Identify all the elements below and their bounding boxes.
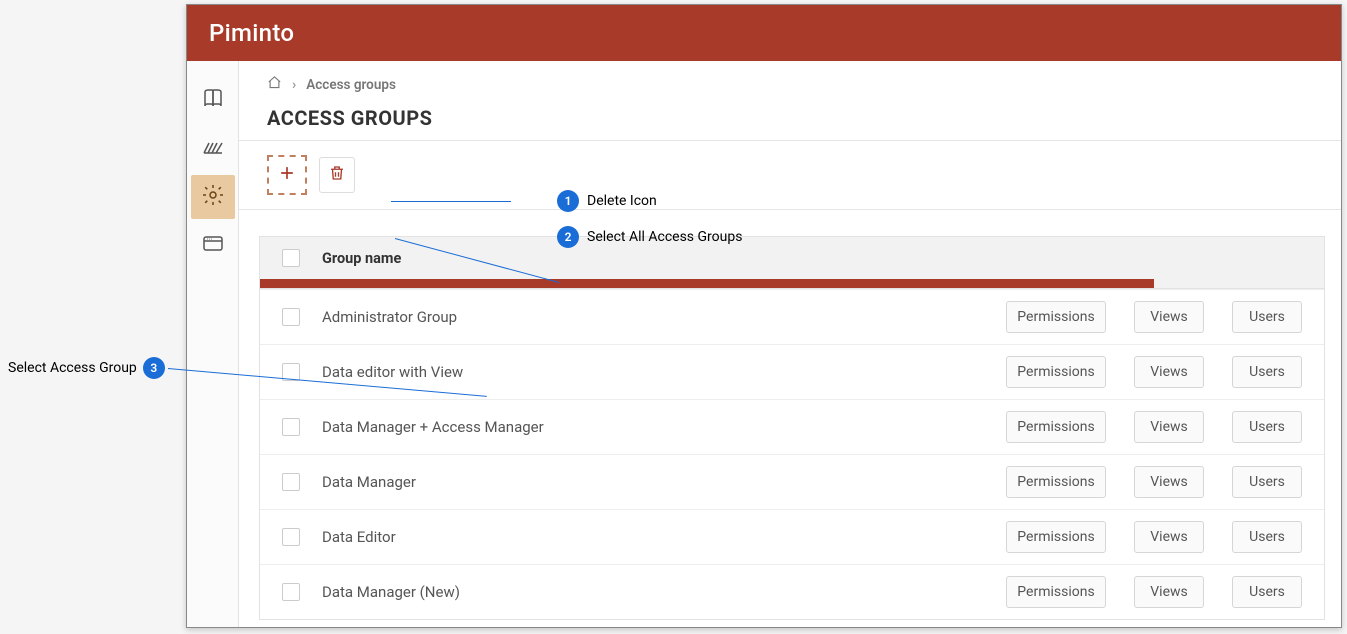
sidebar-item-library[interactable] — [191, 79, 235, 123]
page-header: › Access groups ACCESS GROUPS — [239, 61, 1341, 141]
row-actions: Permissions Views Users — [1006, 301, 1302, 333]
trash-icon — [328, 164, 346, 186]
group-name: Data Manager + Access Manager — [322, 418, 1006, 436]
permissions-button[interactable]: Permissions — [1006, 521, 1106, 553]
table-row: Data Manager (New)Permissions Views Users — [260, 564, 1324, 619]
row-checkbox[interactable] — [282, 583, 300, 601]
row-checkbox[interactable] — [282, 363, 300, 381]
table-row: Administrator GroupPermissions Views Users — [260, 289, 1324, 344]
sidebar-item-web[interactable] — [191, 223, 235, 267]
users-button[interactable]: Users — [1232, 521, 1302, 553]
views-button[interactable]: Views — [1134, 521, 1204, 553]
permissions-button[interactable]: Permissions — [1006, 411, 1106, 443]
row-checkbox[interactable] — [282, 473, 300, 491]
sidebar-item-settings[interactable] — [191, 175, 235, 219]
views-button[interactable]: Views — [1134, 576, 1204, 608]
gear-icon — [201, 183, 225, 211]
sidebar-item-pages[interactable] — [191, 127, 235, 171]
table-head-row: Group name — [260, 237, 1324, 279]
breadcrumb: › Access groups — [267, 75, 1313, 94]
table-row: Data editor with ViewPermissions Views Use… — [260, 344, 1324, 399]
sidebar — [187, 61, 239, 627]
group-name: Administrator Group — [322, 308, 1006, 326]
row-checkbox[interactable] — [282, 528, 300, 546]
body-area: › Access groups ACCESS GROUPS — [187, 61, 1341, 627]
views-button[interactable]: Views — [1134, 301, 1204, 333]
annotation-3-label: Select Access Group — [8, 360, 137, 376]
add-button[interactable] — [267, 155, 307, 195]
home-icon[interactable] — [267, 75, 282, 94]
permissions-button[interactable]: Permissions — [1006, 576, 1106, 608]
users-button[interactable]: Users — [1232, 576, 1302, 608]
table-head: Group name — [260, 237, 1324, 289]
table-row: Data ManagerPermissions Views Users — [260, 454, 1324, 509]
views-button[interactable]: Views — [1134, 356, 1204, 388]
table-row: Data Manager + Access ManagerPermissions… — [260, 399, 1324, 454]
row-checkbox[interactable] — [282, 308, 300, 326]
data-table: Group name Administrator GroupPermission… — [259, 236, 1325, 620]
main-content: › Access groups ACCESS GROUPS — [239, 61, 1341, 627]
permissions-button[interactable]: Permissions — [1006, 301, 1106, 333]
row-actions: Permissions Views Users — [1006, 521, 1302, 553]
table-row: Data EditorPermissions Views Users — [260, 509, 1324, 564]
toolbar — [239, 141, 1341, 210]
col-header-group-name: Group name — [322, 250, 401, 267]
table-body: Administrator GroupPermissionsViewsUsers… — [260, 289, 1324, 619]
breadcrumb-current: Access groups — [306, 77, 396, 93]
group-name: Data editor with View — [322, 363, 1006, 381]
views-button[interactable]: Views — [1134, 466, 1204, 498]
table-area: Group name Administrator GroupPermission… — [239, 210, 1341, 627]
delete-button[interactable] — [319, 157, 355, 193]
select-all-checkbox[interactable] — [282, 249, 300, 267]
app-window: Piminto — [186, 4, 1342, 628]
topbar: Piminto — [187, 5, 1341, 61]
plus-icon — [277, 163, 297, 187]
users-button[interactable]: Users — [1232, 356, 1302, 388]
row-actions: Permissions Views Users — [1006, 411, 1302, 443]
permissions-button[interactable]: Permissions — [1006, 466, 1106, 498]
row-actions: Permissions Views Users — [1006, 356, 1302, 388]
app-title: Piminto — [209, 19, 294, 47]
accent-bar — [260, 279, 1154, 288]
browser-icon — [201, 231, 225, 259]
group-name: Data Editor — [322, 528, 1006, 546]
page-title: ACCESS GROUPS — [267, 106, 1313, 130]
group-name: Data Manager (New) — [322, 583, 1006, 601]
chevron-right-icon: › — [292, 77, 296, 93]
row-actions: Permissions Views Users — [1006, 466, 1302, 498]
row-checkbox[interactable] — [282, 418, 300, 436]
permissions-button[interactable]: Permissions — [1006, 356, 1106, 388]
pages-icon — [201, 135, 225, 163]
views-button[interactable]: Views — [1134, 411, 1204, 443]
group-name: Data Manager — [322, 473, 1006, 491]
users-button[interactable]: Users — [1232, 411, 1302, 443]
book-icon — [201, 87, 225, 115]
users-button[interactable]: Users — [1232, 301, 1302, 333]
users-button[interactable]: Users — [1232, 466, 1302, 498]
row-actions: Permissions Views Users — [1006, 576, 1302, 608]
annotation-3: Select Access Group 3 — [8, 357, 173, 379]
